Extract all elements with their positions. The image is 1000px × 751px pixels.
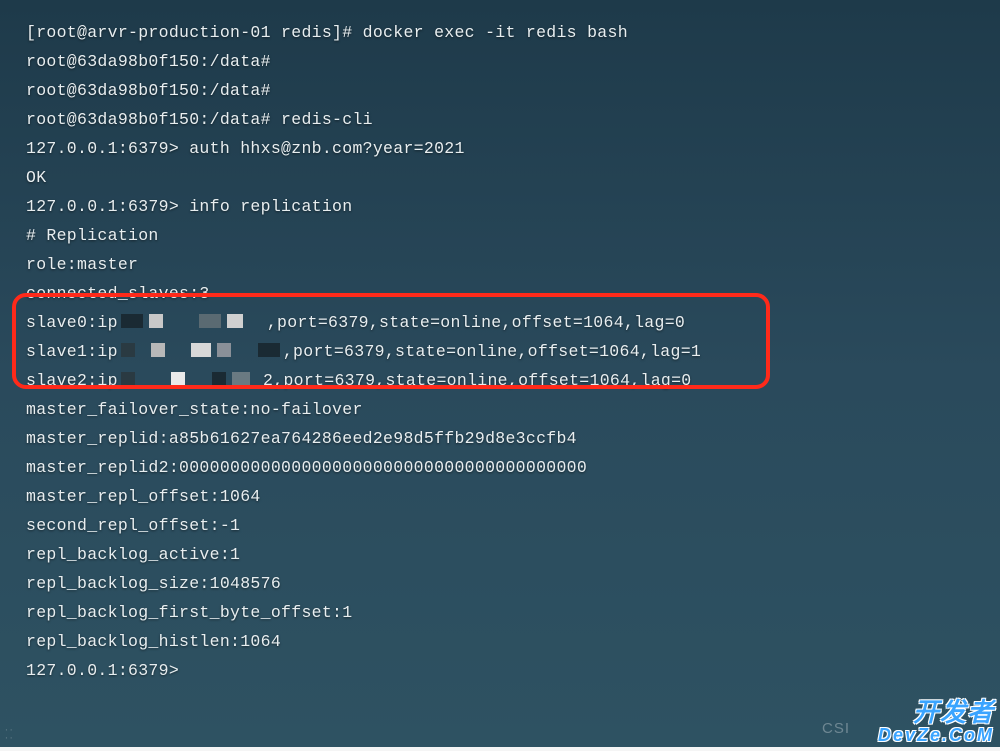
csdn-watermark: CSI	[822, 720, 850, 737]
terminal-line: master_replid2:0000000000000000000000000…	[26, 453, 1000, 482]
slave0-suffix: ,port=6379,state=online,offset=1064,lag=…	[267, 313, 685, 332]
brand-watermark: 开发者 DevZe.CoM	[878, 699, 994, 745]
terminal-line: OK	[26, 163, 1000, 192]
terminal-line: master_repl_offset:1064	[26, 482, 1000, 511]
redacted-ip-segment	[149, 314, 163, 328]
terminal-line: root@63da98b0f150:/data# redis-cli	[26, 105, 1000, 134]
terminal-line: repl_backlog_size:1048576	[26, 569, 1000, 598]
redacted-ip-segment	[232, 372, 250, 386]
redacted-ip-segment	[191, 343, 211, 357]
terminal-line: master_failover_state:no-failover	[26, 395, 1000, 424]
redacted-ip-segment	[199, 314, 221, 328]
bottom-edge	[0, 747, 1000, 751]
terminal-line: repl_backlog_histlen:1064	[26, 627, 1000, 656]
terminal-line: root@63da98b0f150:/data#	[26, 76, 1000, 105]
slave2-suffix: 2,port=6379,state=online,offset=1064,lag…	[263, 371, 691, 390]
terminal-line-slave0: slave0:ip ,port=6379,state=online,offset…	[26, 308, 1000, 337]
terminal-line: role:master	[26, 250, 1000, 279]
terminal-line: # Replication	[26, 221, 1000, 250]
redacted-ip-segment	[121, 343, 135, 357]
terminal-line: repl_backlog_active:1	[26, 540, 1000, 569]
slave1-prefix: slave1:ip	[26, 342, 118, 361]
terminal-line-slave1: slave1:ip ,port=6379,state=online,offset…	[26, 337, 1000, 366]
slave1-suffix: ,port=6379,state=online,offset=1064,lag=…	[283, 342, 701, 361]
redacted-ip-segment	[171, 372, 185, 386]
redacted-ip-segment	[121, 314, 143, 328]
redacted-ip-segment	[258, 343, 280, 357]
terminal-line-slave2: slave2:ip 2,port=6379,state=online,offse…	[26, 366, 1000, 395]
terminal-line: master_replid:a85b61627ea764286eed2e98d5…	[26, 424, 1000, 453]
redacted-ip-segment	[227, 314, 243, 328]
terminal-line: second_repl_offset:-1	[26, 511, 1000, 540]
terminal-output: [root@arvr-production-01 redis]# docker …	[0, 0, 1000, 705]
terminal-line: 127.0.0.1:6379> auth hhxs@znb.com?year=2…	[26, 134, 1000, 163]
brand-watermark-en: DevZe.CoM	[878, 726, 994, 745]
redacted-ip-segment	[212, 372, 226, 386]
slave2-prefix: slave2:ip	[26, 371, 118, 390]
decorative-dots: ····	[4, 727, 14, 743]
redacted-ip-segment	[121, 372, 135, 386]
terminal-line: 127.0.0.1:6379> info replication	[26, 192, 1000, 221]
terminal-line: repl_backlog_first_byte_offset:1	[26, 598, 1000, 627]
terminal-line: connected_slaves:3	[26, 279, 1000, 308]
terminal-line: root@63da98b0f150:/data#	[26, 47, 1000, 76]
slave0-prefix: slave0:ip	[26, 313, 118, 332]
terminal-line: 127.0.0.1:6379>	[26, 656, 1000, 685]
brand-watermark-cn: 开发者	[913, 697, 994, 727]
terminal-line: [root@arvr-production-01 redis]# docker …	[26, 18, 1000, 47]
redacted-ip-segment	[151, 343, 165, 357]
redacted-ip-segment	[217, 343, 231, 357]
